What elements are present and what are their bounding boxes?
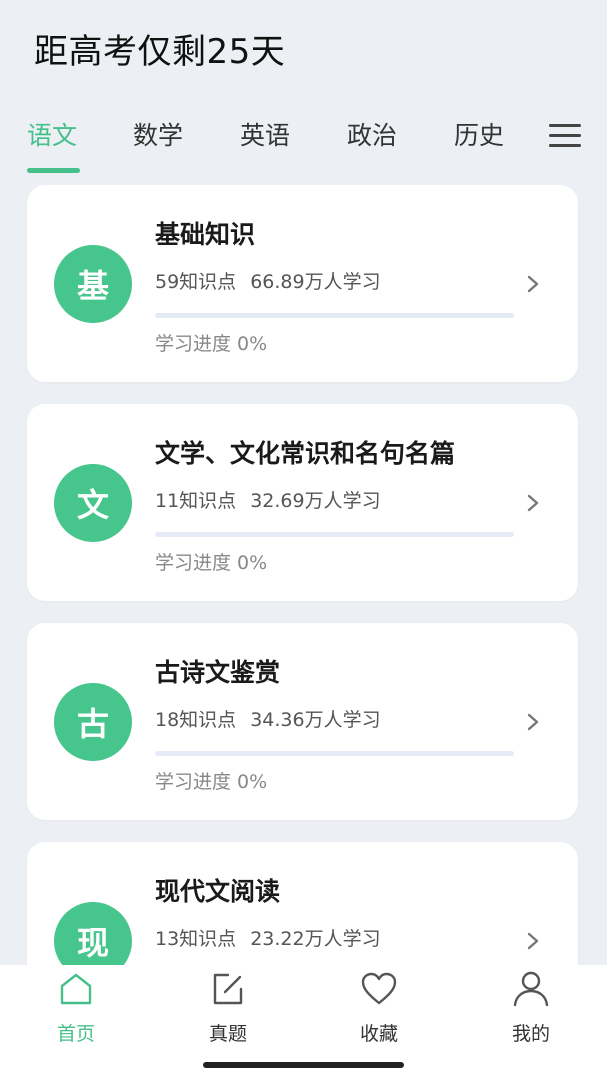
nav-home[interactable]: 首页 [16, 965, 136, 1055]
nav-label: 收藏 [359, 1023, 398, 1045]
topic-card-modern-reading[interactable]: 现 现代文阅读 13知识点 23.22万人学习 [27, 842, 578, 965]
tab-math[interactable]: 数学 [133, 116, 183, 152]
nav-favorites[interactable]: 收藏 [319, 965, 439, 1055]
topic-badge: 基 [54, 245, 132, 323]
knowledge-point-count: 13知识点 [155, 928, 237, 950]
topic-title: 古诗文鉴赏 [155, 658, 281, 687]
topic-badge: 文 [54, 464, 132, 542]
tab-politics[interactable]: 政治 [347, 116, 397, 152]
topic-card-literature[interactable]: 文 文学、文化常识和名句名篇 11知识点 32.69万人学习 学习进度 0% [27, 404, 578, 601]
nav-label: 我的 [511, 1023, 550, 1045]
nav-profile[interactable]: 我的 [471, 965, 591, 1055]
topic-stats: 59知识点 66.89万人学习 [155, 267, 381, 294]
user-icon [513, 971, 549, 1007]
topic-stats: 18知识点 34.36万人学习 [155, 705, 381, 732]
home-indicator-bar [203, 1062, 404, 1068]
progress-label: 学习进度 0% [155, 771, 268, 793]
chevron-right-icon [527, 275, 539, 293]
knowledge-point-count: 11知识点 [155, 490, 237, 512]
progress-label: 学习进度 0% [155, 333, 268, 355]
progress-label: 学习进度 0% [155, 552, 268, 574]
countdown-title: 距高考仅剩25天 [34, 32, 286, 72]
knowledge-point-count: 59知识点 [155, 271, 237, 293]
chevron-right-icon [527, 932, 539, 950]
topic-badge: 现 [54, 902, 132, 965]
topic-card-classical-poetry[interactable]: 古 古诗文鉴赏 18知识点 34.36万人学习 学习进度 0% [27, 623, 578, 820]
edit-icon [213, 973, 243, 1005]
subject-tabs: 语文 数学 英语 政治 历史 [0, 108, 607, 174]
tab-english[interactable]: 英语 [240, 116, 290, 152]
chevron-right-icon [527, 713, 539, 731]
learner-count: 66.89万人学习 [250, 271, 381, 293]
knowledge-point-count: 18知识点 [155, 709, 237, 731]
nav-exam-papers[interactable]: 真题 [168, 965, 288, 1055]
learner-count: 23.22万人学习 [250, 928, 381, 950]
topic-list: 基 基础知识 59知识点 66.89万人学习 学习进度 0% 文 文学、文化常识和… [0, 185, 607, 965]
progress-bar [155, 751, 514, 756]
bottom-navigation: 首页 真题 收藏 我的 [0, 965, 607, 1080]
progress-bar [155, 532, 514, 537]
learner-count: 32.69万人学习 [250, 490, 381, 512]
progress-bar [155, 313, 514, 318]
tab-history[interactable]: 历史 [454, 116, 504, 152]
topic-stats: 13知识点 23.22万人学习 [155, 924, 381, 951]
heart-icon [361, 972, 397, 1005]
topic-title: 文学、文化常识和名句名篇 [155, 439, 456, 468]
topic-card-basics[interactable]: 基 基础知识 59知识点 66.89万人学习 学习进度 0% [27, 185, 578, 382]
tab-chinese[interactable]: 语文 [27, 116, 77, 152]
topic-title: 基础知识 [155, 220, 256, 249]
topic-title: 现代文阅读 [155, 877, 281, 906]
chevron-right-icon [527, 494, 539, 512]
hamburger-menu-icon[interactable] [549, 124, 581, 148]
topic-badge: 古 [54, 683, 132, 761]
nav-label: 真题 [208, 1023, 247, 1045]
home-icon [60, 973, 92, 1005]
learner-count: 34.36万人学习 [250, 709, 381, 731]
nav-label: 首页 [56, 1023, 95, 1045]
topic-stats: 11知识点 32.69万人学习 [155, 486, 381, 513]
active-tab-indicator [27, 168, 80, 173]
